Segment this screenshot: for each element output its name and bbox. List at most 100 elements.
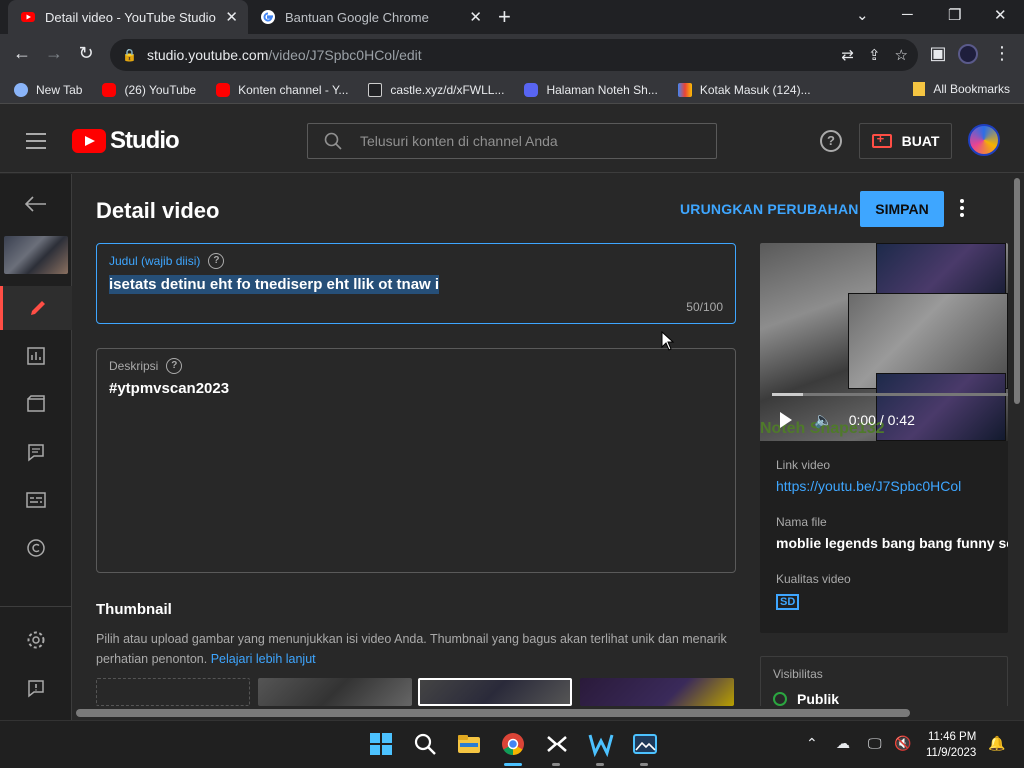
side-panel-icon[interactable]: ▣ xyxy=(926,43,950,64)
description-field-label: Deskripsi? xyxy=(109,358,183,374)
tab-youtube-studio[interactable]: Detail video - YouTube Studio ✕ xyxy=(8,0,248,34)
description-input-value[interactable]: #ytpmvscan2023 xyxy=(109,380,229,397)
sidebar-item-analytics[interactable] xyxy=(0,334,72,378)
reload-icon[interactable]: ↻ xyxy=(74,43,98,64)
help-icon[interactable]: ? xyxy=(820,130,842,152)
bookmarks-bar: New Tab (26) YouTube Konten channel - Y.… xyxy=(0,76,1024,104)
notification-bell-icon[interactable]: 🔔 xyxy=(988,735,1005,752)
public-status-icon xyxy=(773,692,787,706)
subtitles-icon xyxy=(26,492,46,508)
volume-muted-icon[interactable]: 🔇 xyxy=(894,735,911,752)
capcut-icon[interactable] xyxy=(544,731,570,757)
menu-kebab-icon[interactable]: ⋮ xyxy=(990,43,1014,64)
bookmark-item[interactable]: New Tab xyxy=(14,82,82,97)
vertical-scroll-thumb[interactable] xyxy=(1014,178,1020,404)
file-explorer-icon[interactable] xyxy=(456,731,482,757)
all-bookmarks[interactable]: All Bookmarks xyxy=(913,82,1010,96)
taskbar-clock[interactable]: 11:46 PM 11/9/2023 xyxy=(926,729,976,761)
minimize-icon[interactable]: ─ xyxy=(902,6,913,23)
windows-taskbar: ⌃ ☁ 🖵 🔇 11:46 PM 11/9/2023 🔔 xyxy=(0,720,1024,768)
create-button[interactable]: BUAT xyxy=(859,123,952,159)
bookmark-item[interactable]: Kotak Masuk (124)... xyxy=(677,82,811,97)
play-icon[interactable] xyxy=(780,412,792,428)
share-icon[interactable]: ⇪ xyxy=(868,46,881,64)
url-input[interactable]: 🔒 studio.youtube.com/video/J7Spbc0HCol/e… xyxy=(110,39,918,71)
sidebar-item-subtitles[interactable] xyxy=(0,478,72,522)
back-arrow-icon[interactable] xyxy=(0,182,72,226)
sidebar-item-editor[interactable] xyxy=(0,382,72,426)
help-circle-icon[interactable]: ? xyxy=(166,358,183,374)
thumbnail-option-selected[interactable] xyxy=(418,678,572,706)
tab-chrome-help[interactable]: Bantuan Google Chrome ✕ xyxy=(252,0,492,34)
video-player[interactable]: Noteh Shape132 🔈 0:00 / 0:42 xyxy=(760,243,1008,441)
app-running-indicator xyxy=(552,763,560,766)
thumbnail-option[interactable] xyxy=(258,678,412,706)
learn-more-link[interactable]: Pelajari lebih lanjut xyxy=(211,652,316,666)
sidebar-item-copyright[interactable] xyxy=(0,526,72,570)
onedrive-offline-icon[interactable]: ☁ xyxy=(836,735,850,752)
youtube-icon xyxy=(216,82,231,97)
bookmark-star-icon[interactable]: ☆ xyxy=(895,46,908,64)
video-editor-icon[interactable] xyxy=(588,731,614,757)
windows-start-icon[interactable] xyxy=(368,731,394,757)
title-field[interactable]: Judul (wajib diisi)? isetats detinu eht … xyxy=(96,243,736,324)
globe-icon xyxy=(14,82,28,97)
search-input[interactable] xyxy=(360,133,690,149)
create-video-icon xyxy=(871,131,892,148)
copyright-icon xyxy=(27,539,45,557)
description-field[interactable]: Deskripsi? #ytpmvscan2023 xyxy=(96,348,736,573)
filename-section: Nama file moblie legends bang bang funny… xyxy=(776,515,1008,551)
youtube-logo-icon xyxy=(72,129,106,153)
new-tab-icon[interactable]: + xyxy=(498,4,511,30)
volume-icon[interactable]: 🔈 xyxy=(814,411,833,429)
upload-thumbnail-button[interactable] xyxy=(96,678,250,706)
bookmark-item[interactable]: (26) YouTube xyxy=(102,82,196,97)
gear-icon xyxy=(27,631,45,649)
horizontal-scrollbar[interactable] xyxy=(72,706,1012,720)
title-input-value[interactable]: isetats detinu eht fo tnediserp eht llik… xyxy=(109,275,440,294)
save-button[interactable]: SIMPAN xyxy=(860,191,944,227)
video-link[interactable]: https://youtu.be/J7Spbc0HCol xyxy=(776,478,961,494)
visibility-card[interactable]: Visibilitas Publik xyxy=(760,656,1008,706)
back-icon[interactable]: ← xyxy=(10,43,34,64)
undo-changes-button[interactable]: URUNGKAN PERUBAHAN xyxy=(680,201,859,217)
hamburger-menu-icon[interactable] xyxy=(26,133,46,154)
taskbar-search-icon[interactable] xyxy=(412,731,438,757)
video-progress-bar[interactable] xyxy=(772,393,1008,396)
studio-logo[interactable]: Studio xyxy=(72,127,180,155)
filename-label: Nama file xyxy=(776,515,827,529)
bookmark-item[interactable]: Halaman Noteh Sh... xyxy=(524,82,658,97)
vertical-scrollbar[interactable] xyxy=(1012,174,1024,720)
network-icon[interactable]: 🖵 xyxy=(868,735,882,752)
chrome-icon[interactable] xyxy=(500,731,526,757)
browser-tab-bar: Detail video - YouTube Studio ✕ Bantuan … xyxy=(0,0,1024,34)
sidebar-item-comments[interactable] xyxy=(0,430,72,474)
translate-icon[interactable]: ⇄ xyxy=(841,46,854,64)
tray-chevron-up-icon[interactable]: ⌃ xyxy=(806,735,818,752)
sidebar-item-details[interactable] xyxy=(0,286,72,330)
tab-search-icon[interactable]: ⌄ xyxy=(856,6,869,24)
sidebar-item-settings[interactable] xyxy=(0,618,72,662)
page-title: Detail video xyxy=(96,198,220,223)
horizontal-scroll-thumb[interactable] xyxy=(76,709,910,717)
restore-icon[interactable]: ❐ xyxy=(948,6,961,24)
sidebar-item-feedback[interactable] xyxy=(0,666,72,710)
account-avatar[interactable] xyxy=(968,124,1000,156)
help-circle-icon[interactable]: ? xyxy=(208,253,225,269)
bookmark-item[interactable]: castle.xyz/d/xFWLL... xyxy=(368,82,504,97)
more-options-icon[interactable] xyxy=(960,199,964,220)
photos-icon[interactable] xyxy=(632,731,658,757)
studio-header: Studio ? BUAT xyxy=(0,105,1024,173)
close-window-icon[interactable]: ✕ xyxy=(994,6,1007,24)
castle-icon xyxy=(368,82,383,97)
bookmark-item[interactable]: Konten channel - Y... xyxy=(216,82,348,97)
sd-badge: SD xyxy=(776,594,800,610)
left-sidebar xyxy=(0,174,72,720)
profile-avatar-icon[interactable] xyxy=(958,44,978,64)
close-tab-icon[interactable]: ✕ xyxy=(469,8,482,26)
thumbnail-option[interactable] xyxy=(580,678,734,706)
video-thumbnail[interactable] xyxy=(4,236,68,274)
feedback-icon xyxy=(28,680,44,698)
close-tab-icon[interactable]: ✕ xyxy=(225,8,238,26)
forward-icon[interactable]: → xyxy=(42,43,66,64)
